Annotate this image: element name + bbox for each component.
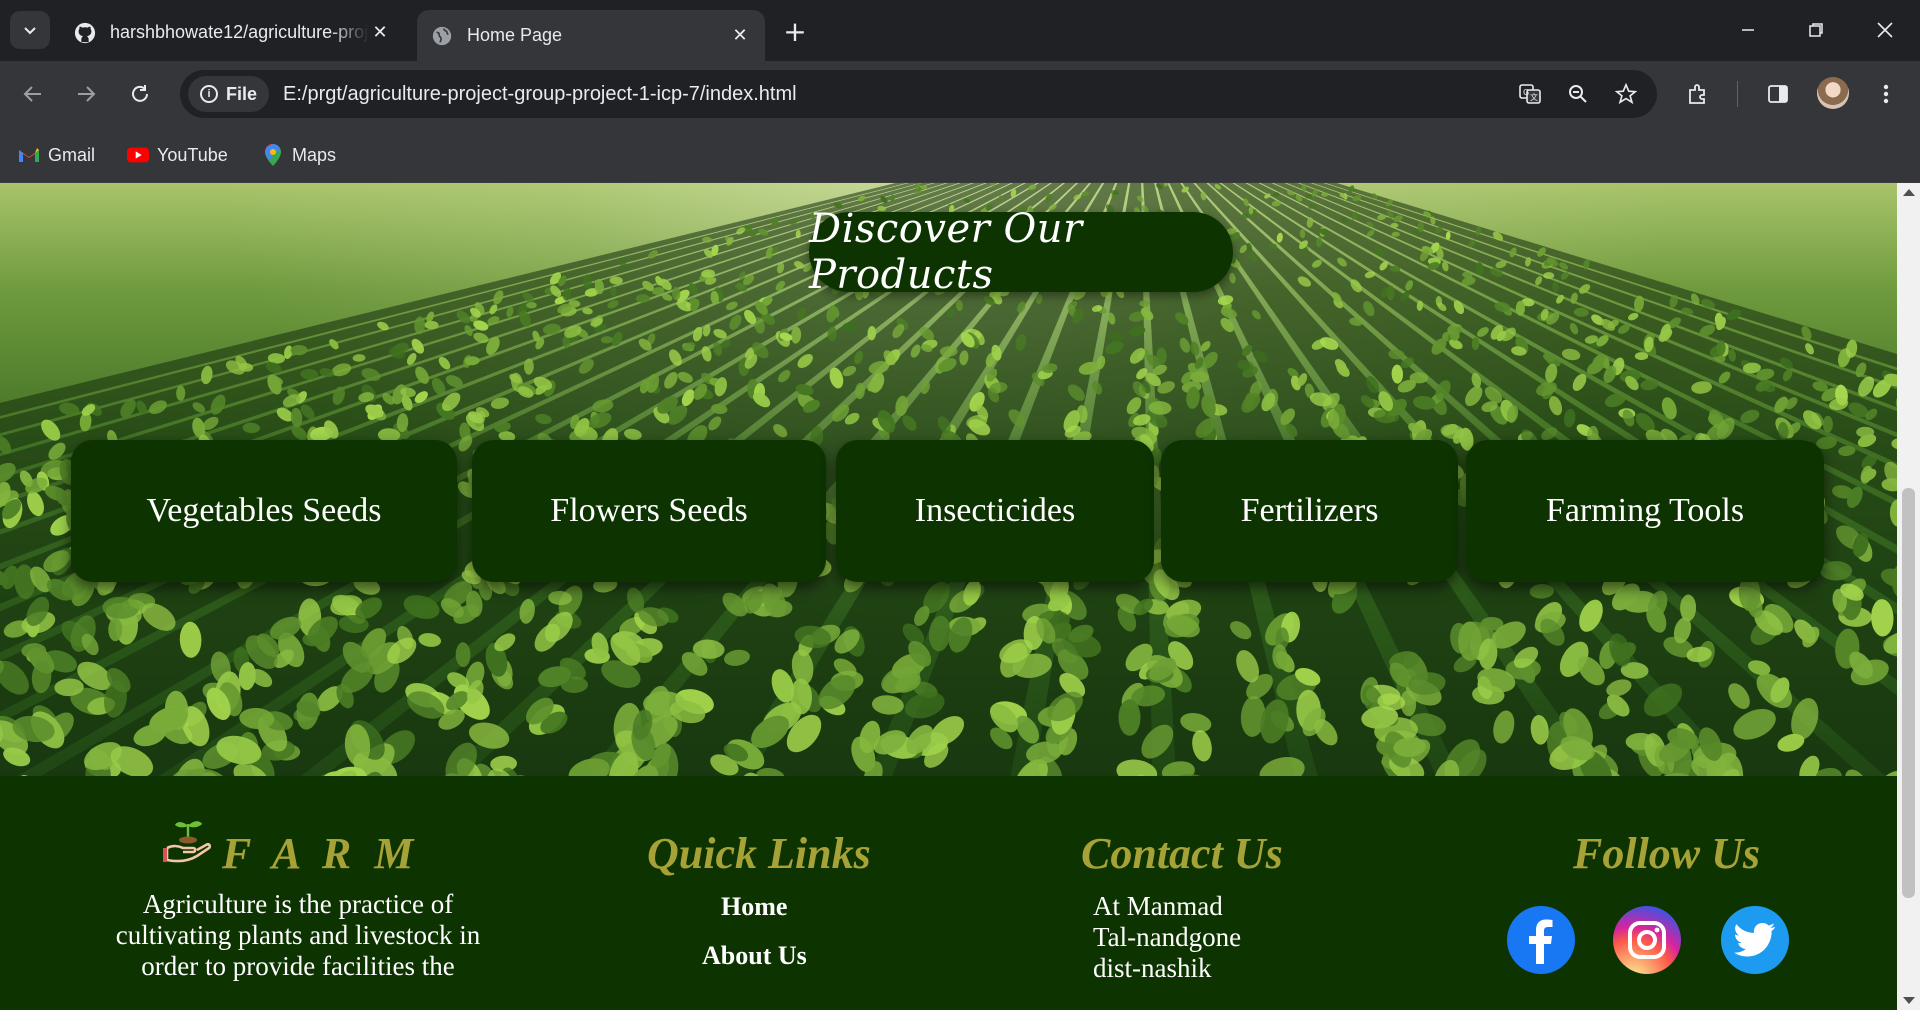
url-text[interactable]: E:/prgt/agriculture-project-group-projec… bbox=[283, 83, 1513, 106]
product-card-flowers-seeds[interactable]: Flowers Seeds bbox=[472, 440, 826, 582]
product-card-vegetables-seeds[interactable]: Vegetables Seeds bbox=[71, 440, 457, 582]
facebook-icon[interactable] bbox=[1507, 906, 1575, 974]
bookmark-maps[interactable]: Maps bbox=[262, 141, 336, 169]
twitter-icon[interactable] bbox=[1721, 906, 1789, 974]
site-chip-label: File bbox=[226, 83, 258, 104]
svg-text:文: 文 bbox=[1530, 92, 1538, 102]
page-viewport: Discover Our Products Vegetables Seeds F… bbox=[0, 183, 1897, 1010]
gmail-icon bbox=[18, 144, 40, 166]
minimize-icon[interactable] bbox=[1718, 12, 1778, 48]
bookmarks-bar: Gmail YouTube Maps bbox=[0, 127, 1920, 183]
youtube-icon bbox=[127, 144, 149, 166]
instagram-icon[interactable] bbox=[1613, 906, 1681, 974]
bookmark-star-icon[interactable] bbox=[1609, 77, 1643, 111]
info-icon: i bbox=[200, 85, 218, 103]
reload-icon[interactable] bbox=[122, 76, 158, 112]
site-footer: F A R M Agriculture is the practice of c… bbox=[0, 776, 1897, 1010]
tab-title: harshbhowate12/agriculture-project-group… bbox=[110, 22, 369, 42]
chevron-down-icon bbox=[24, 27, 36, 35]
product-card-farming-tools[interactable]: Farming Tools bbox=[1466, 440, 1824, 582]
contact-us-heading: Contact Us bbox=[1081, 829, 1283, 878]
contact-line-3: dist-nashik bbox=[1093, 953, 1212, 983]
product-card-insecticides[interactable]: Insecticides bbox=[836, 440, 1154, 582]
scroll-up-arrow-icon[interactable] bbox=[1903, 189, 1915, 196]
forward-arrow-icon[interactable] bbox=[68, 76, 104, 112]
browser-toolbar: i File E:/prgt/agriculture-project-group… bbox=[0, 61, 1920, 127]
close-window-icon[interactable] bbox=[1855, 12, 1915, 48]
contact-line-2: Tal-nandgone bbox=[1093, 922, 1242, 952]
contact-line-1: At Manmad bbox=[1093, 891, 1223, 921]
close-tab-icon[interactable]: ✕ bbox=[729, 25, 751, 47]
quick-links-heading: Quick Links bbox=[647, 829, 871, 878]
toolbar-divider bbox=[1737, 81, 1738, 107]
discover-products-heading: Discover Our Products bbox=[809, 206, 1233, 298]
site-info-chip[interactable]: i File bbox=[188, 76, 270, 112]
footer-brand-title: F A R M bbox=[222, 829, 420, 878]
bookmark-label: Gmail bbox=[48, 144, 96, 165]
svg-text:G: G bbox=[1523, 88, 1529, 97]
page-scrollbar[interactable] bbox=[1897, 183, 1920, 1010]
address-bar[interactable]: i File E:/prgt/agriculture-project-group… bbox=[180, 70, 1657, 118]
footer-about-text: Agriculture is the practice of cultivati… bbox=[115, 889, 481, 981]
new-tab-button[interactable]: + bbox=[780, 15, 810, 48]
maps-icon bbox=[262, 144, 284, 166]
close-tab-icon[interactable]: ✕ bbox=[369, 22, 391, 44]
tab-title: Home Page bbox=[467, 25, 563, 45]
bookmark-label: YouTube bbox=[157, 144, 228, 165]
side-panel-icon[interactable] bbox=[1760, 76, 1796, 112]
profile-avatar[interactable] bbox=[1817, 77, 1849, 109]
extensions-icon[interactable] bbox=[1680, 76, 1716, 112]
zoom-icon[interactable] bbox=[1561, 77, 1595, 111]
tab-search-button[interactable] bbox=[10, 11, 50, 49]
scrollbar-thumb[interactable] bbox=[1902, 488, 1915, 898]
products-hero-section: Discover Our Products Vegetables Seeds F… bbox=[0, 183, 1897, 776]
back-arrow-icon[interactable] bbox=[15, 76, 51, 112]
tab-strip: harshbhowate12/agriculture-project-group… bbox=[0, 0, 1920, 61]
bookmark-label: Maps bbox=[292, 144, 337, 165]
tab-home-page[interactable]: Home Page ✕ bbox=[417, 10, 765, 61]
kebab-menu-icon[interactable] bbox=[1868, 76, 1904, 112]
follow-us-heading: Follow Us bbox=[1573, 829, 1761, 878]
footer-link-home[interactable]: Home bbox=[721, 892, 787, 922]
product-card-fertilizers[interactable]: Fertilizers bbox=[1161, 440, 1458, 582]
tab-github[interactable]: harshbhowate12/agriculture-project-group… bbox=[60, 10, 405, 55]
github-icon bbox=[74, 22, 96, 44]
globe-icon bbox=[431, 25, 453, 47]
scroll-down-arrow-icon[interactable] bbox=[1903, 997, 1915, 1004]
bookmark-youtube[interactable]: YouTube bbox=[127, 141, 228, 169]
restore-icon[interactable] bbox=[1786, 12, 1846, 48]
bookmark-gmail[interactable]: Gmail bbox=[18, 141, 95, 169]
farm-logo-icon bbox=[163, 816, 213, 868]
footer-link-about-us[interactable]: About Us bbox=[702, 941, 807, 971]
translate-icon[interactable]: G文 bbox=[1513, 77, 1547, 111]
